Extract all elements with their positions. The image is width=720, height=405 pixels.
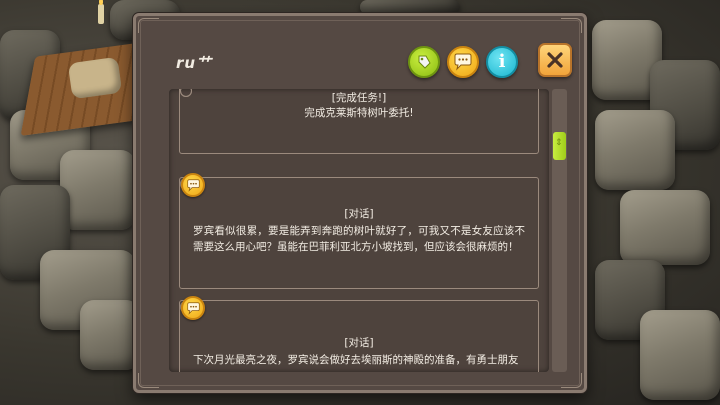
candle: [98, 0, 104, 24]
corner-ornament: [138, 18, 159, 33]
quest-log-dialog: ru艹 i [完成任务!] 完成克莱斯特树叶委托! [对话] 罗宾看似很累，要是…: [133, 13, 587, 393]
info-button[interactable]: i: [486, 46, 518, 78]
speech-bubble-icon: [186, 178, 200, 192]
quest-tag-button[interactable]: [408, 46, 440, 78]
entry-text: 完成克莱斯特树叶委托!: [304, 107, 414, 119]
entry-header: [对话]: [344, 337, 374, 349]
tag-icon: [418, 55, 431, 69]
entry-header: [完成任务!]: [331, 92, 387, 104]
log-entry-quest: [完成任务!] 完成克莱斯特树叶委托!: [169, 89, 549, 159]
close-button[interactable]: [538, 43, 572, 77]
dialogue-entry-icon: [181, 173, 205, 197]
log-entry-dialogue: [对话] 罗宾看似很累，要是能弄到奔跑的树叶就好了，可我又不是女友应该不需要这么…: [169, 173, 549, 291]
quest-log-list[interactable]: [完成任务!] 完成克莱斯特树叶委托! [对话] 罗宾看似很累，要是能弄到奔跑的…: [169, 89, 549, 372]
corner-ornament: [561, 18, 582, 33]
rock: [620, 190, 710, 265]
rock: [80, 300, 140, 370]
rock: [640, 310, 720, 400]
close-icon: [547, 52, 563, 68]
entry-text: 下次月光最亮之夜，罗宾说会做好去埃丽斯的神殿的准备，有勇士朋友: [193, 354, 519, 366]
speech-bubble-icon: [186, 301, 200, 315]
rock: [360, 0, 460, 14]
dialogue-entry-icon: [181, 296, 205, 320]
sack: [67, 56, 123, 100]
entry-header: [对话]: [344, 208, 374, 220]
rock: [595, 110, 675, 190]
entry-text: 罗宾看似很累，要是能弄到奔跑的树叶就好了，可我又不是女友应该不需要这么用心吧？虽…: [193, 225, 525, 253]
corner-ornament: [138, 373, 159, 388]
speech-bubble-icon: [454, 53, 472, 71]
rock: [60, 150, 135, 230]
scrollbar-thumb[interactable]: [553, 132, 566, 160]
log-entry-dialogue: [对话] 下次月光最亮之夜，罗宾说会做好去埃丽斯的神殿的准备，有勇士朋友: [169, 296, 549, 372]
dialogue-filter-button[interactable]: [447, 46, 479, 78]
scrollbar[interactable]: [552, 89, 567, 372]
info-icon: i: [498, 51, 506, 72]
dialog-title: ru艹: [176, 54, 213, 72]
corner-ornament: [561, 373, 582, 388]
